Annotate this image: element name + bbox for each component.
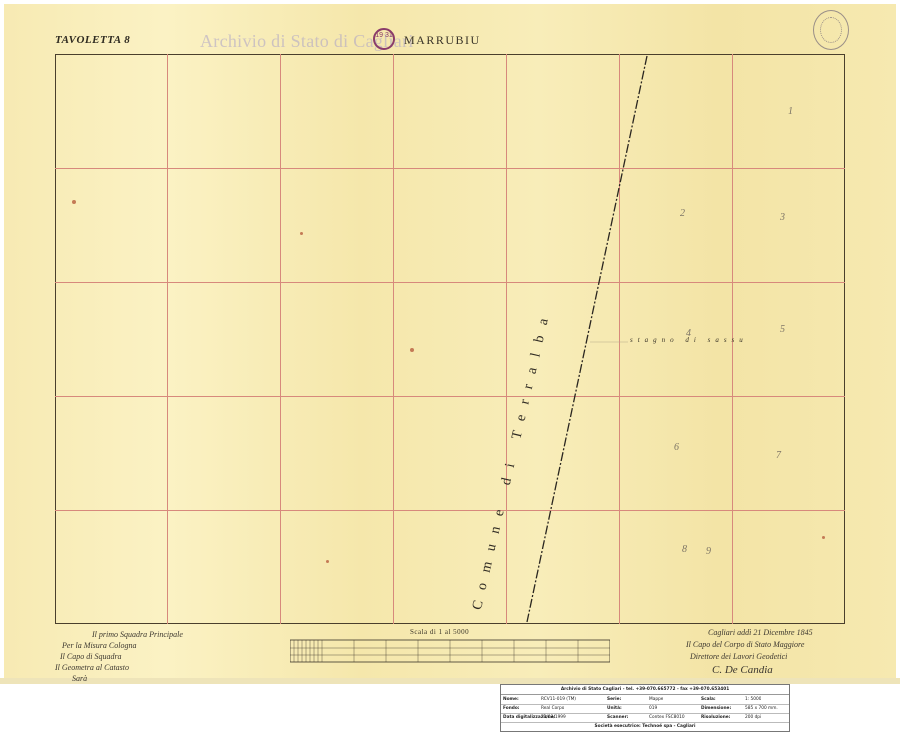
info-value: 200 dpi <box>745 715 762 720</box>
signature-line: Il Capo di Squadra <box>60 652 122 661</box>
parcel-number: 8 <box>682 544 687 555</box>
parcel-number: 6 <box>674 442 679 453</box>
parcel-number: 2 <box>680 208 685 219</box>
info-value: 21/03/1999 <box>541 715 566 720</box>
map-mark <box>300 232 303 235</box>
signature-line: C. De Candia <box>712 664 773 676</box>
info-row: Fondo: Real Corpo Unità: 019 Dimensione:… <box>501 705 789 714</box>
map-mark <box>326 560 329 563</box>
info-value: Contex FSC8010 <box>649 715 685 720</box>
signature-line: Per la Misura Cologna <box>62 641 137 650</box>
parcel-number: 9 <box>706 546 711 557</box>
parcel-number: 5 <box>780 324 785 335</box>
parcel-number: 1 <box>788 106 793 117</box>
signature-line: Sarà <box>72 674 88 683</box>
info-label: Scanner: <box>607 715 629 720</box>
info-row: Nome: RCV11-019 (TM) Serie: Mappe Scala:… <box>501 696 789 705</box>
info-label: Scala: <box>701 697 716 702</box>
scale-bar <box>290 639 610 663</box>
signature-line: Direttore dei Lavori Geodetici <box>690 652 788 661</box>
info-footer: Società esecutrice: Technoé spa - Caglia… <box>594 724 696 729</box>
map-mark <box>822 536 825 539</box>
info-header: Archivio di Stato Cagliari - tel. +39-07… <box>501 685 789 695</box>
info-label: Dimensione: <box>701 706 732 711</box>
info-value: 585 x 700 mm. <box>745 706 778 711</box>
signature-line: Cagliari addì 21 Dicembre 1845 <box>708 628 813 637</box>
scale-label: Scala di 1 al 5000 <box>410 628 470 636</box>
info-row: Data digitalizzazione: 21/03/1999 Scanne… <box>501 714 789 723</box>
map-mark <box>410 348 414 352</box>
info-label: Unità: <box>607 706 622 711</box>
parcel-number: 4 <box>686 328 691 339</box>
info-label: Serie: <box>607 697 622 702</box>
map-sheet: TAVOLETTA 8 Archivio di Stato di Cagliar… <box>0 0 900 740</box>
signature-line: Il Geometra al Catasto <box>55 663 129 672</box>
map-mark <box>72 200 76 204</box>
parcel-number: 7 <box>776 450 781 461</box>
info-value: RCV11-019 (TM) <box>541 697 576 702</box>
signature-line: Il primo Squadra Principale <box>92 630 183 639</box>
info-label: Nome: <box>503 697 519 702</box>
info-value: 019 <box>649 706 658 711</box>
info-label: Fondo: <box>503 706 520 711</box>
signature-line: Il Capo del Corpo di Stato Maggiore <box>686 640 805 649</box>
info-label: Risoluzione: <box>701 715 731 720</box>
info-value: Real Corpo <box>541 706 565 711</box>
archive-info-box: Archivio di Stato Cagliari - tel. +39-07… <box>500 684 790 732</box>
info-value: Mappe <box>649 697 664 702</box>
parcel-number: 3 <box>780 212 785 223</box>
info-value: 1: 5000 <box>745 697 762 702</box>
